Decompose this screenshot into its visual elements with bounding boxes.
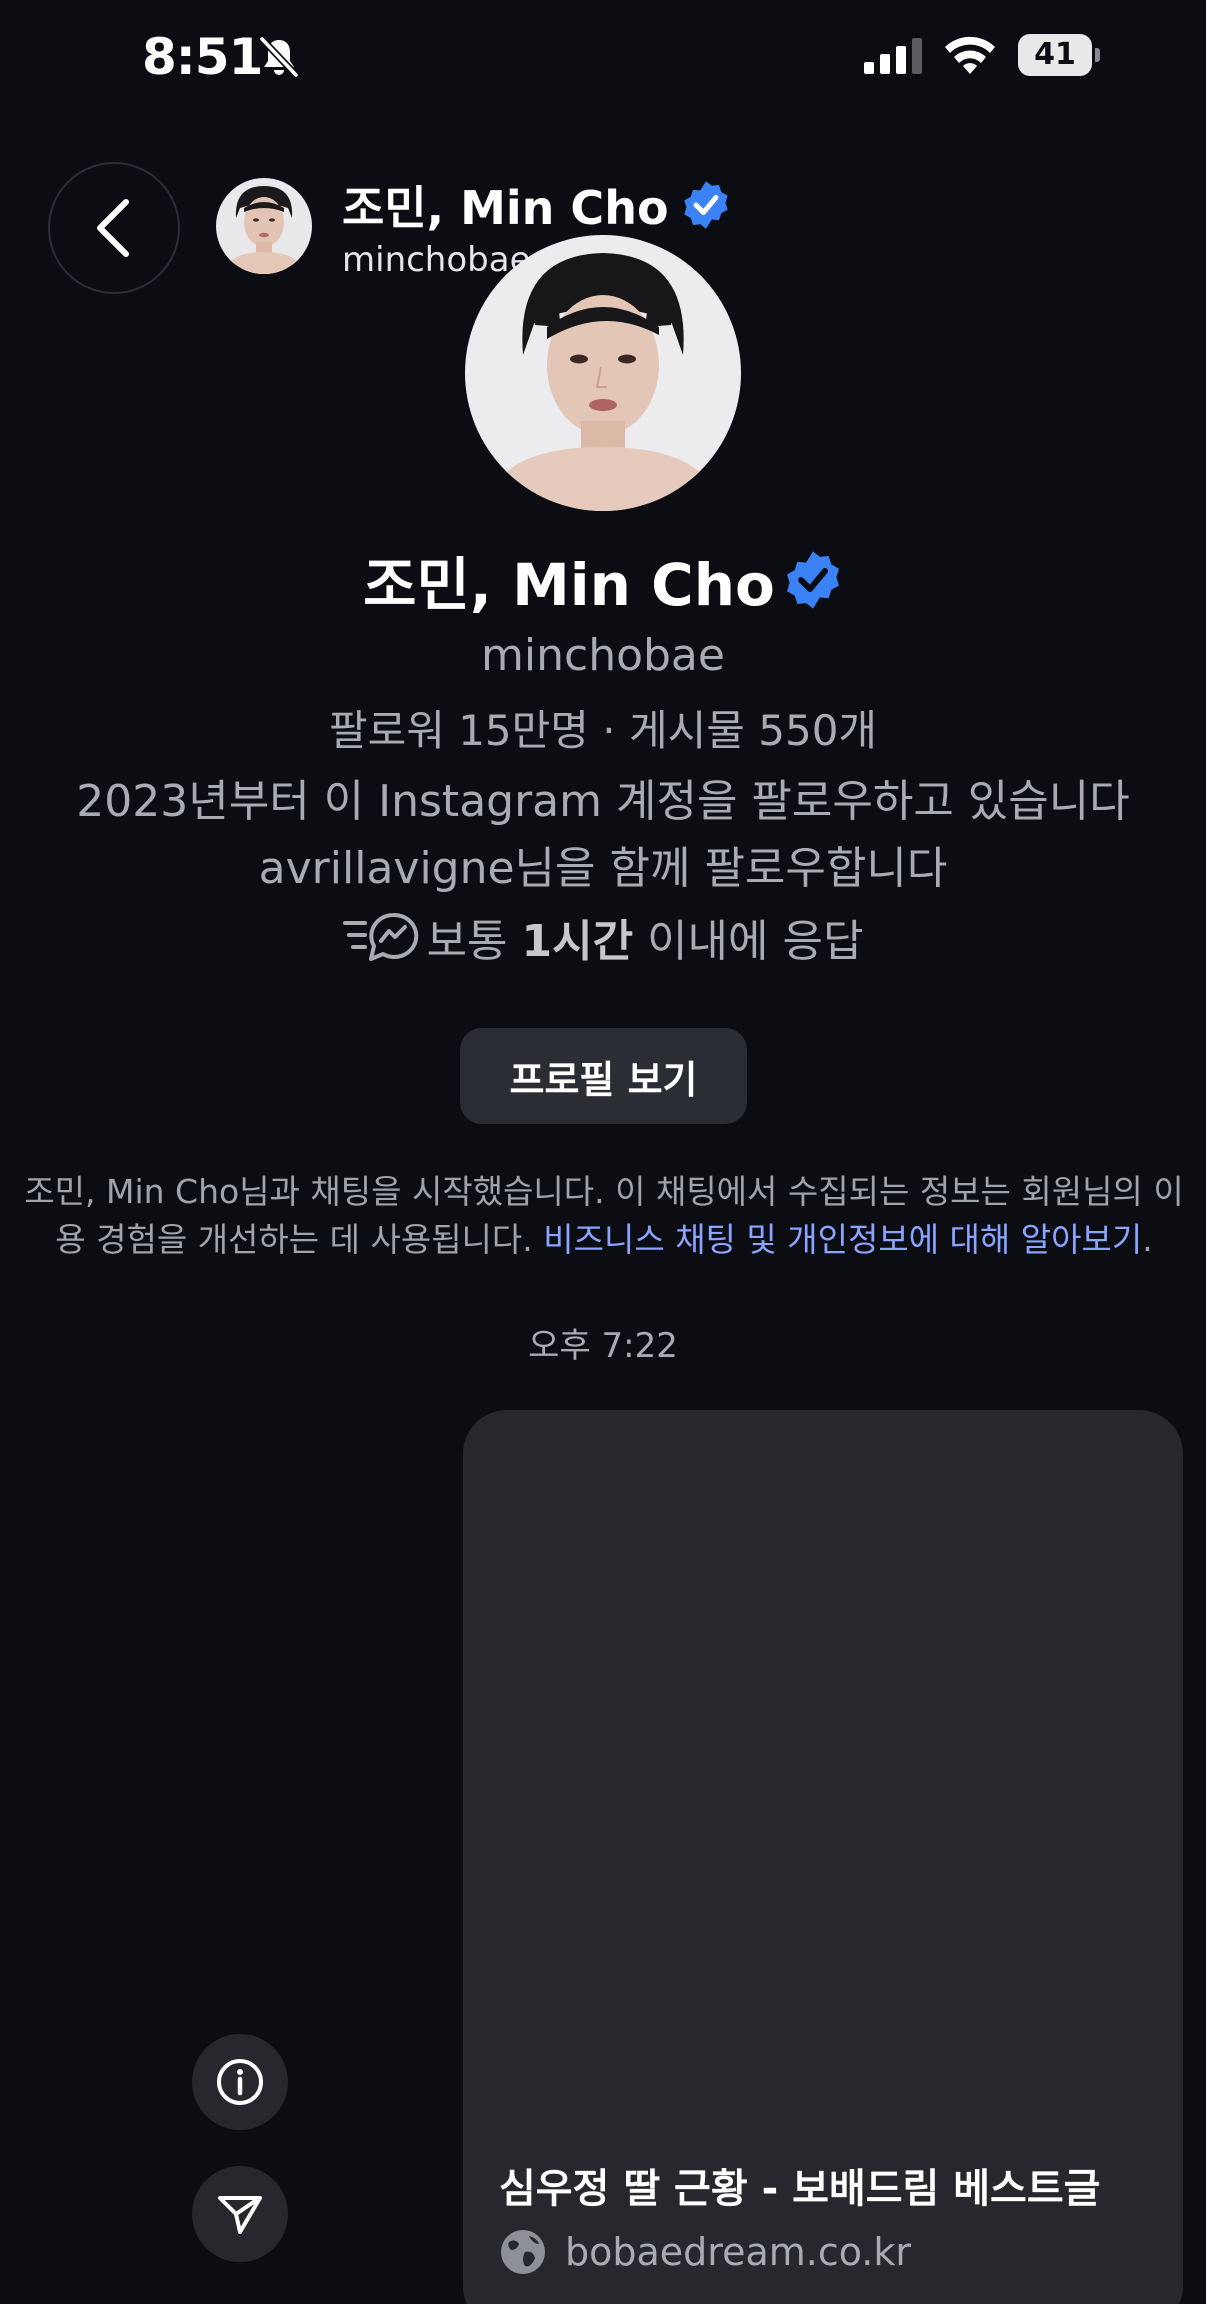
verified-badge-icon xyxy=(683,181,728,229)
link-card-title: 심우정 딸 근황 - 보배드림 베스트글 xyxy=(499,2166,1101,2212)
profile-avatar[interactable] xyxy=(465,235,741,511)
response-suffix: 이내에 응답 xyxy=(633,916,864,967)
profile-username: minchobae xyxy=(481,630,725,681)
bell-slash-icon xyxy=(259,36,299,78)
wifi-icon xyxy=(945,36,995,74)
link-card-domain-row: bobaedream.co.kr xyxy=(499,2228,911,2276)
back-button[interactable] xyxy=(48,162,180,294)
profile-stats: 팔로워 15만명 · 게시물 550개 xyxy=(328,706,878,755)
cellular-signal-icon xyxy=(864,38,922,74)
info-button[interactable] xyxy=(192,2034,288,2130)
battery-tip xyxy=(1095,48,1100,62)
share-send-button[interactable] xyxy=(192,2166,288,2262)
profile-name-row: 조민, Min Cho xyxy=(0,538,1206,622)
header-username: minchobae xyxy=(342,240,531,280)
shared-link-card[interactable]: 심우정 딸 근황 - 보배드림 베스트글 bobaedream.co.kr xyxy=(463,1410,1183,2304)
header-name-row[interactable]: 조민, Min Cho xyxy=(342,172,731,238)
info-circle-icon xyxy=(217,2059,263,2105)
battery-icon: 41 xyxy=(1018,34,1100,76)
chat-info-end: . xyxy=(1142,1220,1153,1259)
battery-level: 41 xyxy=(1018,34,1092,76)
paper-plane-icon xyxy=(218,2196,262,2234)
response-time: 1시간 xyxy=(521,916,634,967)
messenger-fast-icon xyxy=(342,912,418,961)
message-timestamp: 오후 7:22 xyxy=(528,1326,678,1366)
response-time-row: 보통 1시간 이내에 응답 xyxy=(0,905,1206,969)
header-avatar[interactable] xyxy=(216,178,312,274)
chat-info-notice: 조민, Min Cho님과 채팅을 시작했습니다. 이 채팅에서 수집되는 정보… xyxy=(22,1168,1186,1264)
link-card-domain: bobaedream.co.kr xyxy=(565,2230,912,2274)
back-chevron-icon xyxy=(97,199,129,257)
view-profile-button[interactable]: 프로필 보기 xyxy=(460,1028,747,1124)
verified-badge-icon xyxy=(786,551,839,609)
avatar-portrait xyxy=(216,178,312,274)
profile-mutual-follow: avrillavigne님을 함께 팔로우합니다 xyxy=(258,843,948,894)
header-name: 조민, Min Cho xyxy=(342,181,669,235)
response-prefix: 보통 xyxy=(426,916,522,967)
chat-screen: 8:51 41 조민, Min Cho minchobae 조민, Min Ch… xyxy=(0,0,1206,2304)
profile-follow-since: 2023년부터 이 Instagram 계정을 팔로우하고 있습니다 xyxy=(76,776,1130,827)
status-time: 8:51 xyxy=(142,28,263,86)
profile-name: 조민, Min Cho xyxy=(363,551,775,619)
privacy-learn-more-link[interactable]: 비즈니스 채팅 및 개인정보에 대해 알아보기 xyxy=(543,1220,1142,1259)
globe-icon xyxy=(501,2230,545,2274)
profile-portrait xyxy=(465,235,741,511)
